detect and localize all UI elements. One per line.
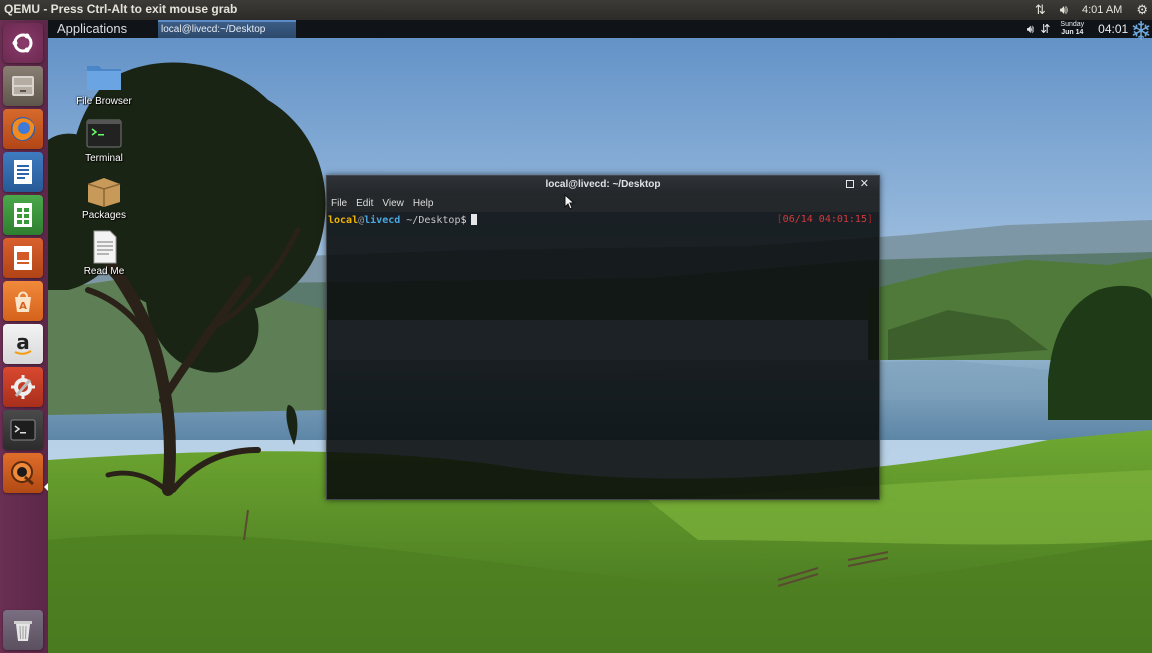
terminal-menubar: File Edit View Help	[327, 195, 879, 212]
volume-icon[interactable]: 🔊︎	[1060, 2, 1068, 18]
desktop-icon-label: Packages	[82, 210, 126, 221]
desktop-icon-file-browser[interactable]: File Browser	[69, 60, 139, 107]
snowflake-icon[interactable]: ❄	[1130, 20, 1152, 45]
host-top-bar: QEMU - Press Ctrl-Alt to exit mouse grab…	[0, 0, 1152, 20]
guest-date[interactable]: Sunday Jun 14	[1060, 21, 1084, 37]
prompt-line: local@livecd ~/Desktop$	[328, 214, 477, 226]
menu-view[interactable]: View	[382, 198, 404, 209]
mouse-pointer-icon	[564, 194, 576, 210]
impress-icon[interactable]	[3, 238, 43, 278]
prompt-timestamp: [06/14 04:01:15]	[777, 214, 873, 225]
settings-icon[interactable]	[3, 367, 43, 407]
desktop-icon-label: File Browser	[76, 96, 132, 107]
menu-edit[interactable]: Edit	[356, 198, 373, 209]
trash-icon[interactable]	[3, 610, 43, 650]
calc-icon[interactable]	[3, 195, 43, 235]
network-icon[interactable]: ⇵	[1040, 22, 1050, 36]
desktop-icon-packages[interactable]: Packages	[69, 174, 139, 221]
prompt-host: livecd	[364, 215, 401, 226]
terminal-window[interactable]: local@livecd: ~/Desktop ✕ File Edit View…	[326, 175, 880, 500]
terminal-output[interactable]: local@livecd ~/Desktop$ [06/14 04:01:15]	[327, 212, 879, 499]
host-clock[interactable]: 4:01 AM	[1082, 4, 1122, 16]
guest-top-panel: Applications local@livecd:~/Desktop 🔊︎ ⇵…	[48, 20, 1152, 45]
desktop-icon-label: Read Me	[83, 266, 125, 277]
close-icon[interactable]: ✕	[860, 177, 869, 190]
guest-tray: 🔊︎ ⇵ Sunday Jun 14 04:01 ❄	[1027, 20, 1152, 45]
timestamp-value: 06/14 04:01:15	[782, 214, 867, 225]
prompt-symbol: $	[460, 215, 467, 226]
software-center-icon[interactable]: A	[3, 281, 43, 321]
desktop-icon-terminal[interactable]: Terminal	[69, 117, 139, 164]
prompt-user: local	[328, 215, 359, 226]
volume-icon[interactable]: 🔊︎	[1027, 22, 1035, 37]
applications-menu[interactable]: Applications	[57, 20, 127, 38]
qemu-icon[interactable]	[3, 453, 43, 493]
svg-text:A: A	[19, 301, 27, 312]
ubuntu-logo-icon[interactable]	[3, 23, 43, 63]
guest-clock[interactable]: 04:01	[1098, 22, 1128, 36]
taskbar-button-terminal[interactable]: local@livecd:~/Desktop	[158, 20, 296, 38]
firefox-icon[interactable]	[3, 109, 43, 149]
desktop-icon-read-me[interactable]: Read Me	[69, 230, 139, 277]
gear-icon[interactable]: ⚙	[1136, 2, 1148, 18]
package-box-icon	[85, 174, 123, 208]
terminal-titlebar[interactable]: local@livecd: ~/Desktop ✕	[327, 176, 879, 195]
prompt-path: ~/Desktop	[400, 215, 461, 226]
writer-icon[interactable]	[3, 152, 43, 192]
amazon-icon[interactable]: a	[3, 324, 43, 364]
folder-icon	[85, 60, 123, 94]
unity-launcher: A a	[0, 20, 49, 653]
host-tray: ⇅ 🔊︎ 4:01 AM ⚙	[1035, 0, 1152, 20]
maximize-icon[interactable]	[846, 180, 854, 188]
menu-file[interactable]: File	[331, 198, 347, 209]
host-window-title: QEMU - Press Ctrl-Alt to exit mouse grab	[4, 2, 238, 16]
guest-day: Sunday	[1060, 21, 1085, 28]
terminal-icon	[85, 117, 123, 151]
document-icon	[85, 230, 123, 264]
desktop-icon-label: Terminal	[85, 153, 123, 164]
guest-desktop: Applications local@livecd:~/Desktop 🔊︎ ⇵…	[48, 20, 1152, 653]
terminal-title: local@livecd: ~/Desktop	[545, 179, 661, 190]
terminal-icon[interactable]	[3, 410, 43, 450]
file-cabinet-icon[interactable]	[3, 66, 43, 106]
network-updown-icon[interactable]: ⇅	[1035, 2, 1046, 18]
svg-text:a: a	[16, 330, 30, 354]
text-cursor	[470, 214, 477, 225]
timestamp-close-bracket: ]	[866, 214, 873, 225]
menu-help[interactable]: Help	[413, 198, 434, 209]
guest-date-value: Jun 14	[1061, 29, 1084, 36]
